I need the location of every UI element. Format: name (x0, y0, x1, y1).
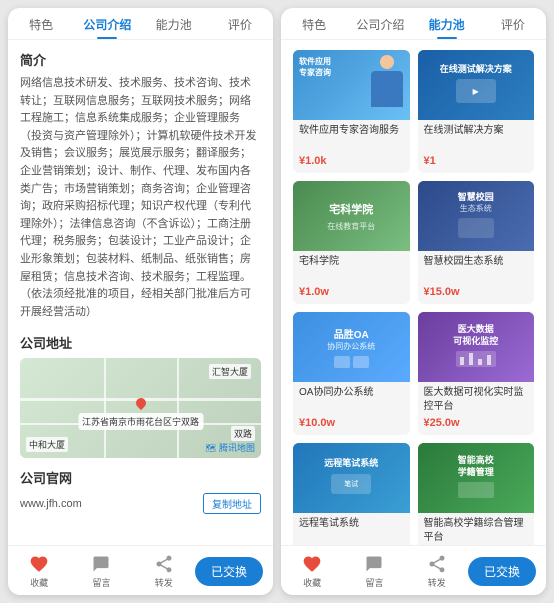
heart-icon (29, 554, 49, 574)
left-action-icons: 收藏 留言 转发 (8, 554, 195, 589)
tab-left-review[interactable]: 评价 (207, 16, 273, 33)
comment-icon (91, 554, 111, 574)
right-comment-label: 留言 (365, 576, 383, 589)
heart-label: 收藏 (30, 576, 48, 589)
product-image-university: 智能高校学籍管理 (418, 443, 535, 513)
product-card-university[interactable]: 智能高校学籍管理 智能高校学籍综合管理平台 ¥18.0w (418, 443, 535, 545)
share-icon (154, 554, 174, 574)
product-image-smart: 智慧校园 生态系统 (418, 181, 535, 251)
website-url: www.jfh.com (20, 498, 82, 510)
left-phone: 特色 公司介绍 能力池 评价 简介 网络信息技术研发、技术服务、技术咨询、技术转… (8, 8, 273, 595)
tab-left-feature[interactable]: 特色 (8, 16, 74, 33)
right-heart-action[interactable]: 收藏 (302, 554, 322, 589)
tab-right-ability[interactable]: 能力池 (414, 16, 480, 33)
comment-label: 留言 (92, 576, 110, 589)
intro-text: 网络信息技术研发、技术服务、技术咨询、技术转让；互联网信息服务；互联网技术服务；… (20, 75, 261, 321)
right-content: 软件应用专家咨询 软件应用专家咨询服务 ¥1.0k 在线测试解决方案 (281, 40, 546, 545)
right-bottom-bar: 收藏 留言 转发 已交换 (281, 545, 546, 595)
share-label: 转发 (155, 576, 173, 589)
tab-right-review[interactable]: 评价 (480, 16, 546, 33)
product-name-online: 在线测试解决方案 (424, 124, 529, 152)
left-exchange-button[interactable]: 已交换 (195, 557, 263, 586)
intro-title: 简介 (20, 50, 261, 69)
map-label-road: 双路 (231, 426, 255, 441)
left-share-action[interactable]: 转发 (154, 554, 174, 589)
product-image-oa: 品胜OA 协同办公系统 (293, 312, 410, 382)
map-container[interactable]: 汇智大厦 双路 中和大厦 江苏省南京市雨花台区宁双路 🗺 腾讯地图 (20, 358, 261, 458)
map-address: 江苏省南京市雨花台区宁双路 (78, 413, 203, 430)
product-card-oa[interactable]: 品胜OA 协同办公系统 OA协同办公系统 ¥10.0w (293, 312, 410, 435)
copy-address-button[interactable]: 复制地址 (203, 493, 261, 514)
left-bottom-bar: 收藏 留言 转发 已交换 (8, 545, 273, 595)
product-image-zc: 宅科学院 在线教育平台 (293, 181, 410, 251)
product-info-remote: 远程笔试系统 ¥10.0w (293, 513, 410, 545)
right-exchange-button[interactable]: 已交换 (468, 557, 536, 586)
right-heart-label: 收藏 (303, 576, 321, 589)
product-price-oa: ¥10.0w (299, 417, 404, 429)
right-share-action[interactable]: 转发 (427, 554, 447, 589)
product-info-university: 智能高校学籍综合管理平台 ¥18.0w (418, 513, 535, 545)
product-info-zc: 宅科学院 ¥1.0w (293, 251, 410, 304)
product-info-medical: 医大数据可视化实时监控平台 ¥25.0w (418, 382, 535, 435)
map-label-building: 汇智大厦 (209, 364, 251, 379)
product-price-smart: ¥15.0w (424, 286, 529, 298)
share-icon-right (427, 554, 447, 574)
right-tab-bar: 特色 公司介绍 能力池 评价 (281, 8, 546, 40)
product-image-online: 在线测试解决方案 ▶ (418, 50, 535, 120)
phones-container: 特色 公司介绍 能力池 评价 简介 网络信息技术研发、技术服务、技术咨询、技术转… (0, 0, 554, 603)
product-card-online[interactable]: 在线测试解决方案 ▶ 在线测试解决方案 ¥1 (418, 50, 535, 173)
address-title: 公司地址 (20, 333, 261, 352)
product-price-zc: ¥1.0w (299, 286, 404, 298)
company-website: www.jfh.com 复制地址 (20, 493, 261, 514)
left-tab-bar: 特色 公司介绍 能力池 评价 (8, 8, 273, 40)
tencent-map-logo: 🗺 腾讯地图 (205, 441, 255, 454)
product-name-remote: 远程笔试系统 (299, 517, 404, 545)
product-name-zc: 宅科学院 (299, 255, 404, 283)
left-heart-action[interactable]: 收藏 (29, 554, 49, 589)
right-phone: 特色 公司介绍 能力池 评价 软件应用专家咨询 (281, 8, 546, 595)
heart-icon-right (302, 554, 322, 574)
map-pin (135, 398, 147, 414)
product-card-zc[interactable]: 宅科学院 在线教育平台 宅科学院 ¥1.0w (293, 181, 410, 304)
product-name-smart: 智慧校园生态系统 (424, 255, 529, 283)
product-grid: 软件应用专家咨询 软件应用专家咨询服务 ¥1.0k 在线测试解决方案 (293, 50, 534, 545)
website-title: 公司官网 (20, 468, 261, 487)
product-name-oa: OA协同办公系统 (299, 386, 404, 414)
left-comment-action[interactable]: 留言 (91, 554, 111, 589)
product-info-oa: OA协同办公系统 ¥10.0w (293, 382, 410, 435)
right-action-icons: 收藏 留言 转发 (281, 554, 468, 589)
product-name-university: 智能高校学籍综合管理平台 (424, 517, 529, 545)
product-info-smart: 智慧校园生态系统 ¥15.0w (418, 251, 535, 304)
left-content: 简介 网络信息技术研发、技术服务、技术咨询、技术转让；互联网信息服务；互联网技术… (8, 40, 273, 545)
product-price-online: ¥1 (424, 155, 529, 167)
product-info-online: 在线测试解决方案 ¥1 (418, 120, 535, 173)
right-comment-action[interactable]: 留言 (364, 554, 384, 589)
product-card-service[interactable]: 软件应用专家咨询 软件应用专家咨询服务 ¥1.0k (293, 50, 410, 173)
product-name-medical: 医大数据可视化实时监控平台 (424, 386, 529, 414)
tab-left-ability[interactable]: 能力池 (141, 16, 207, 33)
product-card-remote[interactable]: 远程笔试系统 笔试 远程笔试系统 ¥10.0w (293, 443, 410, 545)
product-price-service: ¥1.0k (299, 155, 404, 167)
product-card-medical[interactable]: 医大数据可视化监控 医大数据可视化实时监控平台 ¥25.0w (418, 312, 535, 435)
product-name-service: 软件应用专家咨询服务 (299, 124, 404, 152)
product-image-medical: 医大数据可视化监控 (418, 312, 535, 382)
tab-left-company[interactable]: 公司介绍 (74, 16, 140, 33)
comment-icon-right (364, 554, 384, 574)
map-background: 汇智大厦 双路 中和大厦 江苏省南京市雨花台区宁双路 🗺 腾讯地图 (20, 358, 261, 458)
tab-right-feature[interactable]: 特色 (281, 16, 347, 33)
product-card-smart[interactable]: 智慧校园 生态系统 智慧校园生态系统 ¥15.0w (418, 181, 535, 304)
map-label-building2: 中和大厦 (26, 437, 68, 452)
product-price-medical: ¥25.0w (424, 417, 529, 429)
right-share-label: 转发 (428, 576, 446, 589)
tab-right-company[interactable]: 公司介绍 (347, 16, 413, 33)
product-image-remote: 远程笔试系统 笔试 (293, 443, 410, 513)
product-info-service: 软件应用专家咨询服务 ¥1.0k (293, 120, 410, 173)
product-image-service: 软件应用专家咨询 (293, 50, 410, 120)
